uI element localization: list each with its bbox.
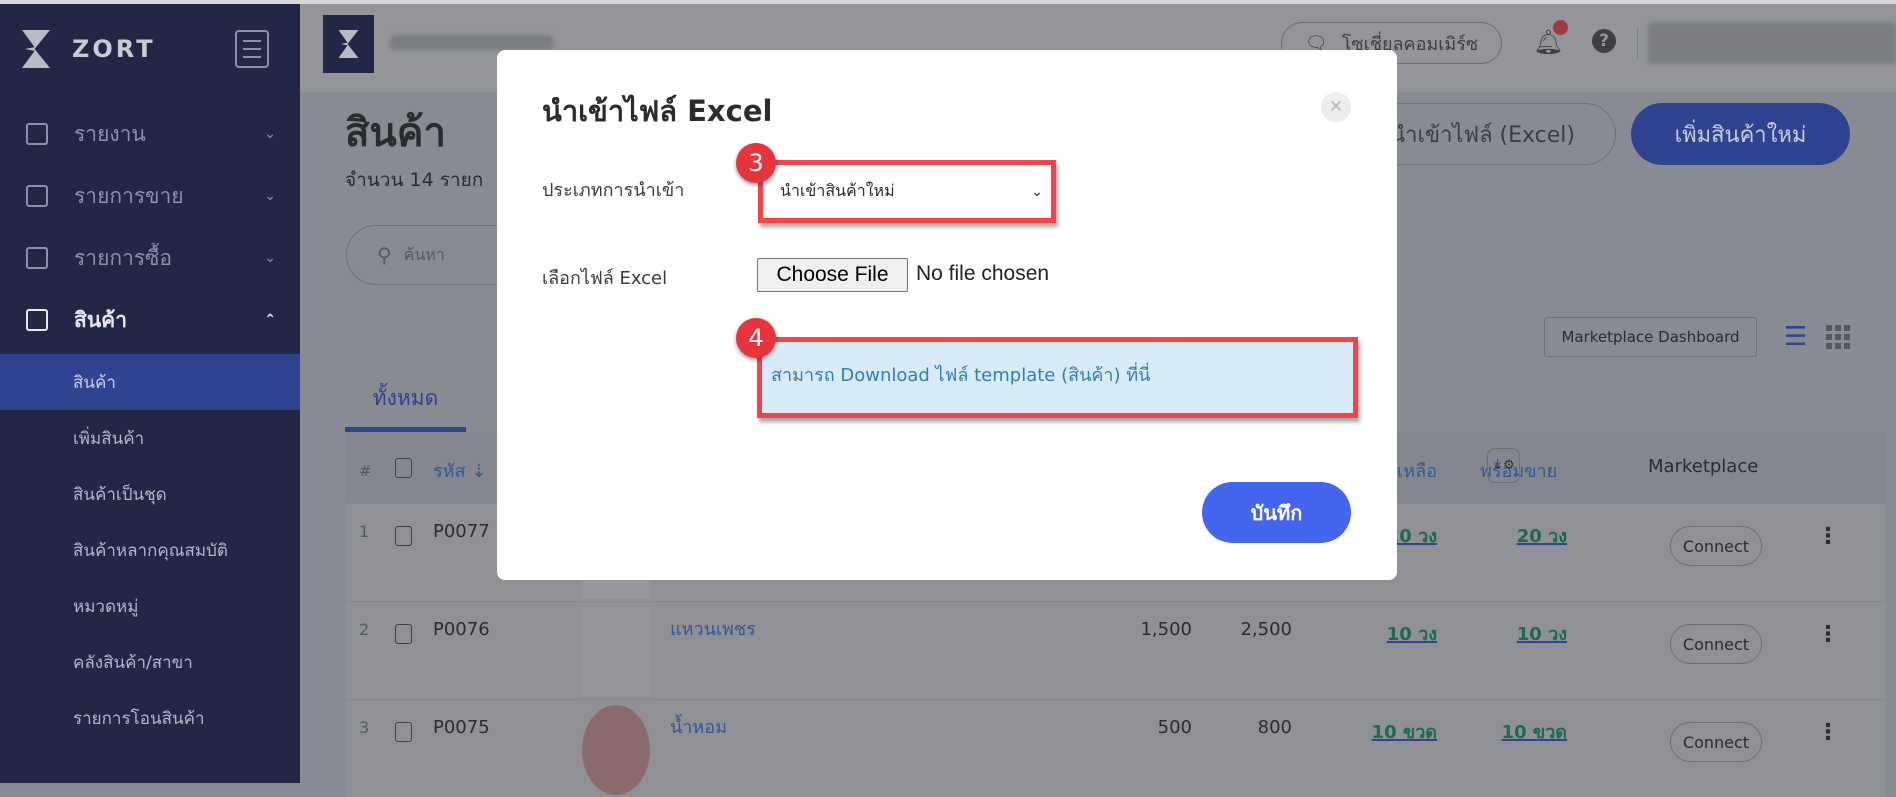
marketplace-dashboard-button[interactable]: Marketplace Dashboard [1544, 317, 1757, 357]
no-file-chosen-text: No file chosen [916, 262, 1050, 285]
product-price: 800 [1257, 717, 1292, 738]
import-excel-label: นำเข้าไฟล์ (Excel) [1390, 122, 1575, 148]
product-code: P0077 [433, 521, 490, 542]
stock-remaining[interactable]: 10 ขวด [1335, 717, 1437, 746]
more-options-icon[interactable]: ⋮ [1817, 524, 1839, 549]
sidebar-item-label: รายงาน [74, 121, 146, 146]
step-badge-4: 4 [736, 318, 776, 358]
zort-logo-icon [338, 30, 359, 58]
store-logo[interactable] [323, 15, 374, 73]
sidebar-item-label: รายการขาย [74, 183, 184, 208]
store-name-redacted [390, 35, 553, 50]
row-checkbox[interactable] [395, 624, 412, 644]
stock-remaining[interactable]: 10 วง [1335, 619, 1437, 648]
search-placeholder: ค้นหา [403, 244, 445, 264]
chevron-down-icon: ⌄ [264, 188, 276, 204]
sidebar-item-label: สินค้า [74, 307, 128, 332]
account-redacted[interactable] [1648, 22, 1896, 64]
sidebar-toggle-icon[interactable] [235, 30, 269, 68]
grid-view-icon[interactable] [1826, 325, 1850, 349]
template-download-link[interactable]: สามารถ Download ไฟล์ template (สินค้า) ท… [771, 360, 1150, 389]
chart-icon [26, 123, 48, 145]
close-icon[interactable]: ✕ [1321, 92, 1351, 122]
import-type-value: นำเข้าสินค้าใหม่ [780, 181, 895, 200]
import-type-select[interactable]: นำเข้าสินค้าใหม่ ⌄ [763, 165, 1051, 218]
product-image[interactable] [582, 705, 650, 795]
row-index: 2 [359, 620, 370, 639]
save-button[interactable]: บันทึก [1202, 482, 1351, 543]
col-index: # [359, 462, 372, 480]
sidebar-item-sales[interactable]: รายการขาย ⌄ [0, 176, 300, 216]
clipboard-icon [26, 185, 48, 207]
chevron-down-icon: ⌄ [264, 250, 276, 266]
step-badge-3: 3 [736, 143, 776, 183]
sidebar-sub-variants[interactable]: สินค้าหลากคุณสมบัติ [0, 522, 300, 578]
file-label: เลือกไฟล์ Excel [542, 268, 668, 289]
product-cost: 1,500 [1140, 619, 1192, 640]
sidebar-sub-categories[interactable]: หมวดหมู่ [0, 578, 300, 634]
sidebar-sub-add-product[interactable]: เพิ่มสินค้า [0, 410, 300, 466]
sidebar-sub-warehouses[interactable]: คลังสินค้า/สาขา [0, 634, 300, 690]
box-icon [26, 309, 48, 331]
sidebar-item-purchases[interactable]: รายการซื้อ ⌄ [0, 238, 300, 278]
table-row[interactable]: 2 P0076 แหวนเพชร 1,500 2,500 10 วง 10 วง Connec… [345, 601, 1885, 699]
stock-available[interactable]: 10 วง [1465, 619, 1567, 648]
row-index: 3 [359, 718, 370, 737]
import-excel-modal: นำเข้าไฟล์ Excel ✕ ประเภทการนำเข้า นำเข้… [497, 50, 1397, 580]
select-all-checkbox[interactable] [395, 458, 412, 478]
col-marketplace: Marketplace [1648, 456, 1759, 477]
header-divider [1637, 28, 1638, 58]
sidebar-sub-products[interactable]: สินค้า [0, 354, 300, 410]
row-checkbox[interactable] [395, 526, 412, 546]
sidebar-sub-bundles[interactable]: สินค้าเป็นชุด [0, 466, 300, 522]
col-code[interactable]: รหัส ⇣ [433, 456, 486, 485]
sidebar-item-reports[interactable]: รายงาน ⌄ [0, 114, 300, 154]
notification-dot [1553, 20, 1568, 35]
zort-logo-icon [22, 30, 50, 68]
tab-all[interactable]: ทั้งหมด [345, 382, 466, 415]
product-name[interactable]: น้ำหอม [670, 712, 727, 741]
table-row[interactable]: 3 P0075 น้ำหอม 500 800 10 ขวด 10 ขวด Connect ⋮ [345, 699, 1885, 797]
modal-title: นำเข้าไฟล์ Excel [542, 94, 773, 128]
connect-button[interactable]: Connect [1670, 624, 1762, 664]
product-count: จำนวน 14 รายก [345, 169, 484, 191]
brand-name: ZORT [72, 35, 156, 63]
chevron-down-icon: ⌄ [1031, 183, 1043, 200]
column-settings-icon[interactable]: ⇣⚙ [1487, 448, 1520, 483]
chevron-up-icon: ⌃ [264, 312, 276, 328]
sidebar-sub-transfers[interactable]: รายการโอนสินค้า [0, 690, 300, 746]
stock-available[interactable]: 20 วง [1465, 521, 1567, 550]
product-code: P0076 [433, 619, 490, 640]
sidebar-item-label: รายการซื้อ [74, 245, 173, 270]
product-price: 2,500 [1240, 619, 1292, 640]
sort-icon: ⇣ [471, 461, 487, 482]
stock-available[interactable]: 10 ขวด [1465, 717, 1567, 746]
connect-button[interactable]: Connect [1670, 722, 1762, 762]
chevron-down-icon: ⌄ [264, 126, 276, 142]
import-type-label: ประเภทการนำเข้า [542, 180, 685, 201]
sidebar-item-products[interactable]: สินค้า ⌃ [0, 300, 300, 340]
list-view-icon[interactable]: ☰ [1784, 322, 1807, 352]
product-image[interactable] [582, 607, 650, 697]
row-index: 1 [359, 522, 370, 541]
connect-button[interactable]: Connect [1670, 526, 1762, 566]
add-product-button[interactable]: เพิ่มสินค้าใหม่ [1631, 103, 1850, 165]
basket-icon [26, 247, 48, 269]
search-icon: ⚲ [377, 243, 392, 267]
help-icon[interactable]: ? [1592, 29, 1616, 53]
product-code: P0075 [433, 717, 490, 738]
brand-logo[interactable]: ZORT [22, 30, 156, 68]
product-name[interactable]: แหวนเพชร [670, 614, 756, 643]
product-cost: 500 [1157, 717, 1192, 738]
more-options-icon[interactable]: ⋮ [1817, 720, 1839, 745]
row-checkbox[interactable] [395, 722, 412, 742]
page-title: สินค้า [345, 110, 446, 156]
more-options-icon[interactable]: ⋮ [1817, 622, 1839, 647]
choose-file-button[interactable]: Choose File [757, 258, 908, 292]
